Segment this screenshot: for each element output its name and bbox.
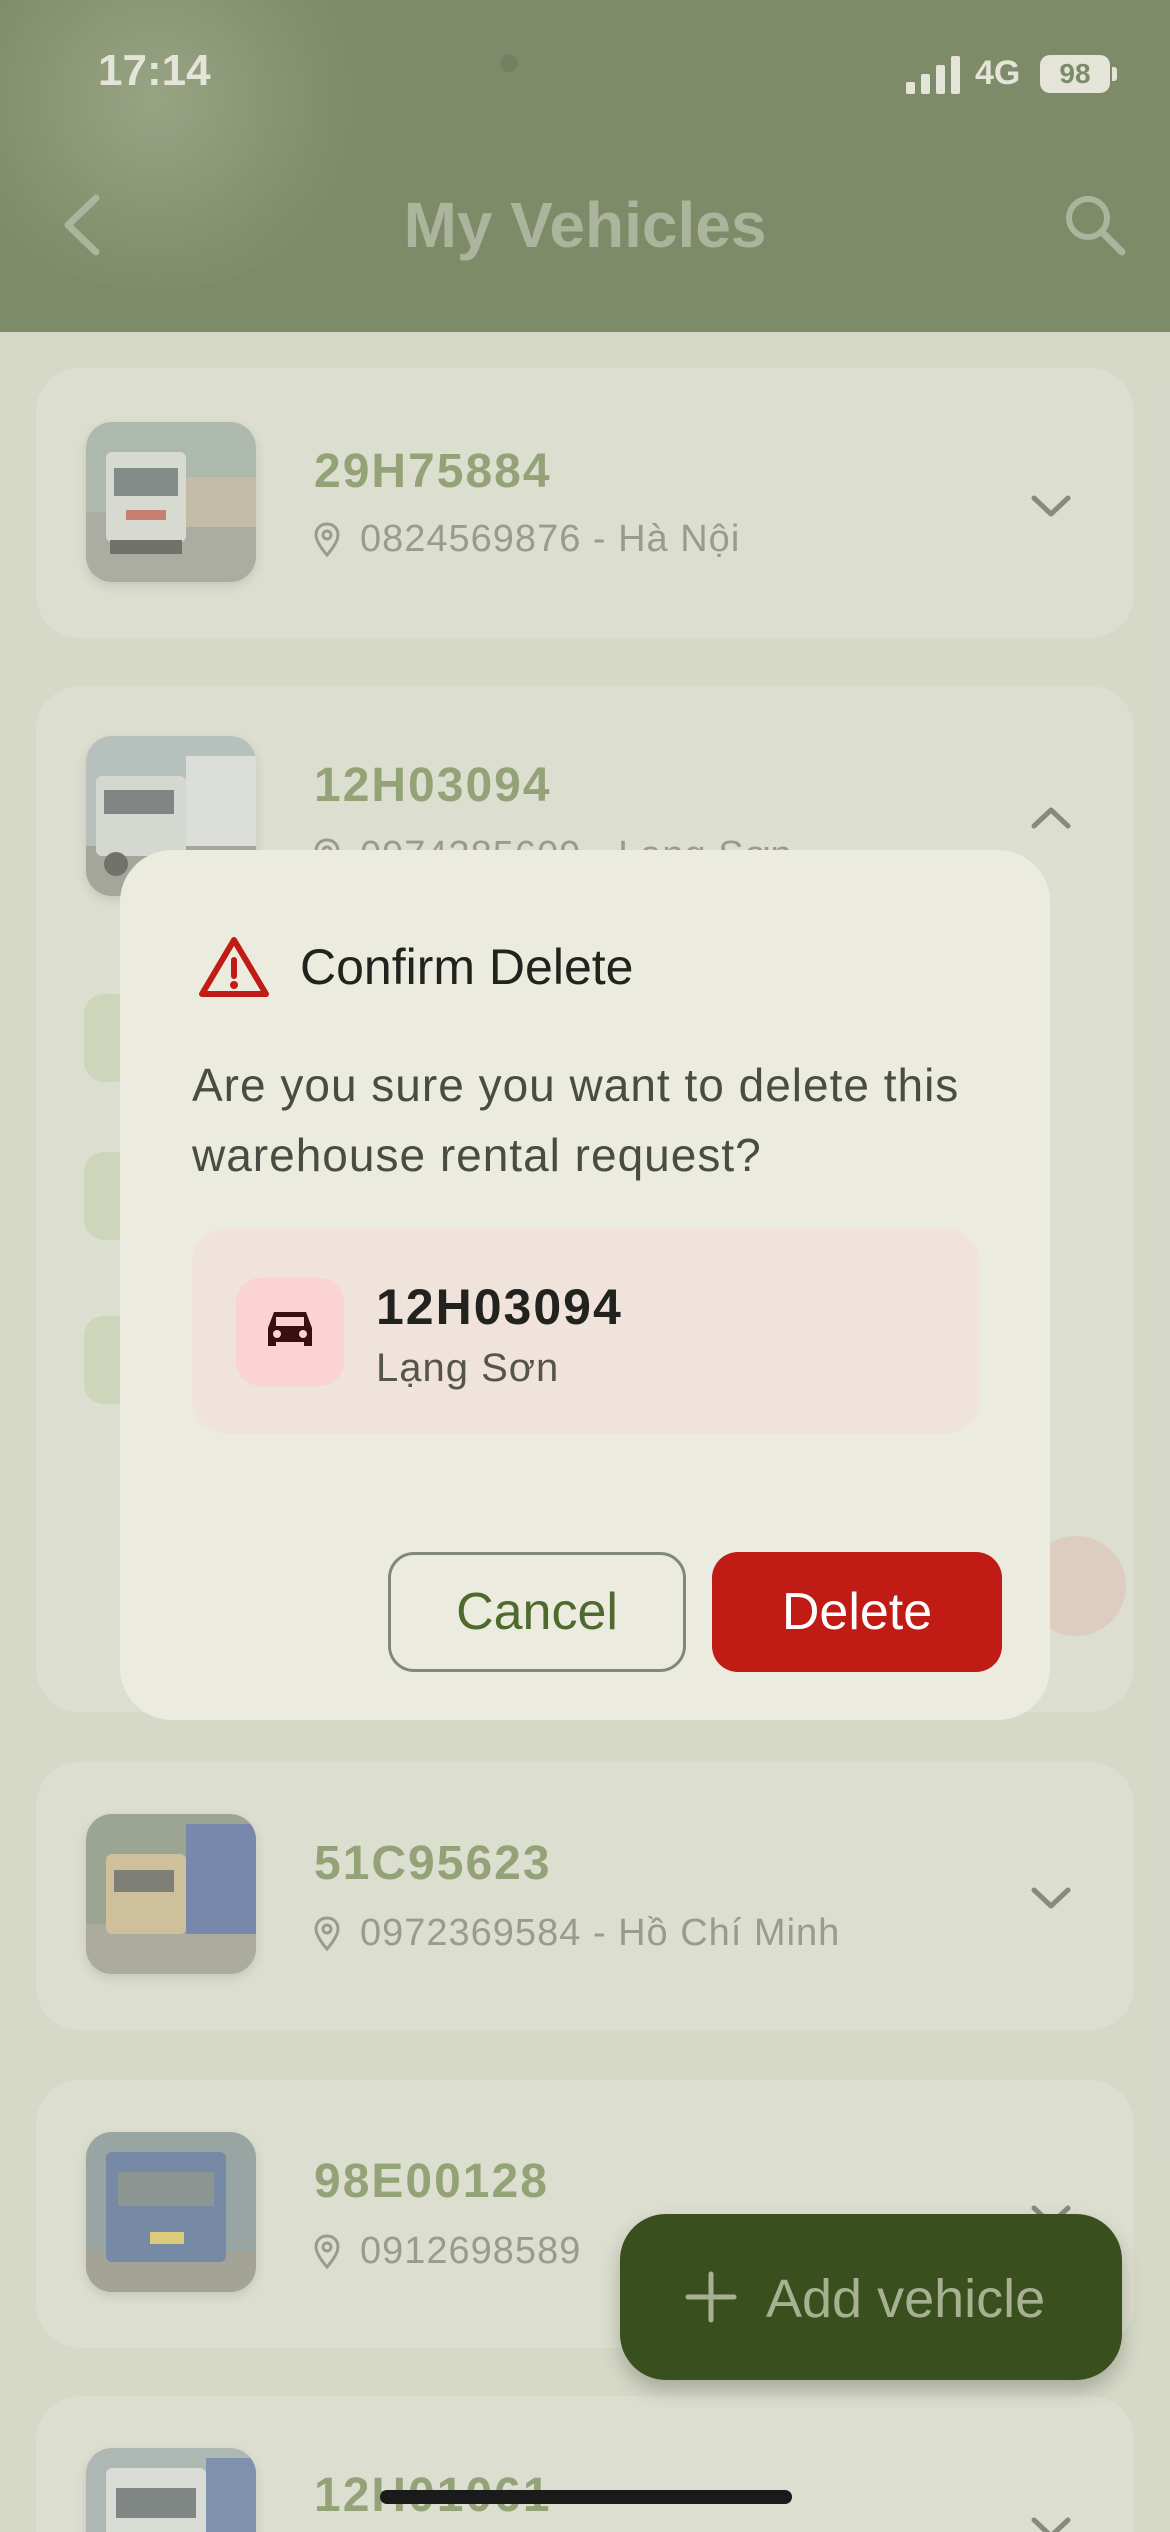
delete-button[interactable]: Delete	[712, 1552, 1002, 1672]
vehicle-summary: 12H03094 Lạng Sơn	[192, 1228, 980, 1434]
confirm-delete-dialog: Confirm Delete Are you sure you want to …	[120, 850, 1050, 1720]
dialog-title: Confirm Delete	[300, 939, 634, 995]
dialog-message: Are you sure you want to delete this war…	[192, 1059, 960, 1181]
cancel-button[interactable]: Cancel	[388, 1552, 686, 1672]
vehicle-summary-plate: 12H03094	[376, 1279, 623, 1335]
plus-icon	[685, 2271, 737, 2323]
vehicle-summary-city: Lạng Sơn	[376, 1346, 560, 1390]
add-vehicle-button[interactable]: Add vehicle	[620, 2214, 1122, 2380]
car-icon-badge	[236, 1278, 344, 1386]
add-vehicle-label: Add vehicle	[766, 2269, 1046, 2329]
home-indicator	[380, 2490, 792, 2504]
warning-icon	[199, 937, 269, 997]
car-icon	[268, 1312, 312, 1346]
